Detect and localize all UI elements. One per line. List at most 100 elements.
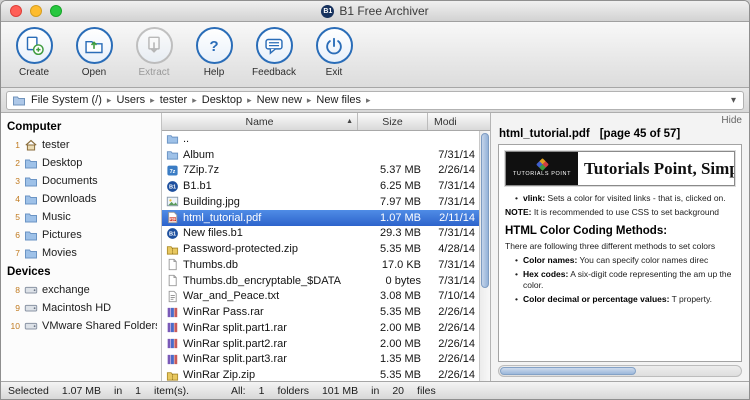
hide-preview-button[interactable]: Hide <box>721 115 742 126</box>
sidebar-item-label: Desktop <box>42 157 82 169</box>
pdf-term-vlink: vlink: <box>523 193 545 203</box>
preview-hscroll-thumb[interactable] <box>500 367 636 375</box>
breadcrumb-separator-icon: ▸ <box>247 95 252 106</box>
status-token: 1.07 MB <box>62 385 101 397</box>
breadcrumb-segment-desktop[interactable]: Desktop <box>202 94 242 106</box>
app-window: B1 B1 Free Archiver CreateOpenExtract?He… <box>0 0 750 400</box>
scrollbar-thumb[interactable] <box>481 133 489 288</box>
minimize-window-button[interactable] <box>30 5 42 17</box>
breadcrumb-separator-icon: ▸ <box>366 95 371 106</box>
drive-icon <box>24 319 38 333</box>
sidebar-item-desktop[interactable]: 2Desktop <box>1 154 161 172</box>
breadcrumb-segment-users[interactable]: Users <box>116 94 145 106</box>
file-row-7zip-7z[interactable]: 7z7Zip.7z5.37 MB2/26/14 <box>162 163 479 179</box>
file-list-scrollbar[interactable] <box>479 131 490 381</box>
file-row-winrar-pass-rar[interactable]: WinRar Pass.rar5.35 MB2/26/14 <box>162 304 479 320</box>
status-token: in <box>371 385 379 397</box>
sidebar-item-label: tester <box>42 139 70 151</box>
breadcrumb-dropdown-icon[interactable]: ▾ <box>729 95 738 106</box>
file-row-new-files-b1[interactable]: B1New files.b129.3 MB7/31/14 <box>162 226 479 242</box>
sidebar-item-tester[interactable]: 1tester <box>1 136 161 154</box>
file-name-cell: Password-protected.zip <box>162 243 358 256</box>
path-bar: File System (/) ▸ Users ▸ tester ▸ Desktop ▸ New… <box>1 88 749 113</box>
folder-icon <box>166 148 179 161</box>
file-row-password-protected-zip[interactable]: Password-protected.zip5.35 MB4/28/14 <box>162 241 479 257</box>
file-row-html-tutorial-pdf[interactable]: PDFhtml_tutorial.pdf1.07 MB2/11/14 <box>162 210 479 226</box>
file-modified: 7/31/14 <box>428 196 479 208</box>
file-row-album[interactable]: Album7/31/14 <box>162 147 479 163</box>
toolbar: Create Open Extract ?Help Feedback Exit <box>1 22 749 88</box>
file-size: 0 bytes <box>358 275 428 287</box>
sidebar-item-music[interactable]: 5Music <box>1 208 161 226</box>
status-token: 1 <box>259 385 265 397</box>
preview-hscrollbar[interactable] <box>498 365 742 377</box>
column-header-name[interactable]: Name ▲ <box>162 113 358 130</box>
breadcrumb[interactable]: File System (/) ▸ Users ▸ tester ▸ Desktop ▸ New… <box>6 91 744 110</box>
toolbar-label: Exit <box>326 67 343 78</box>
file-name: html_tutorial.pdf <box>183 212 261 224</box>
file-row-thumbs-db-encryptable-data[interactable]: Thumbs.db_encryptable_$DATA0 bytes7/31/1… <box>162 273 479 289</box>
pdf-note-line: NOTE: It is recommended to use CSS to se… <box>505 207 735 218</box>
toolbar-create-button[interactable]: Create <box>11 27 57 78</box>
status-token: Selected <box>8 385 49 397</box>
status-bar: Selected1.07 MBin1item(s). All:1folders1… <box>1 381 749 399</box>
file-name-cell: WinRar Pass.rar <box>162 306 358 319</box>
sidebar-item-number: 10 <box>9 321 20 331</box>
breadcrumb-segment-file-system[interactable]: File System (/) <box>31 94 102 106</box>
file-size: 5.37 MB <box>358 164 428 176</box>
file-row-thumbs-db[interactable]: Thumbs.db17.0 KB7/31/14 <box>162 257 479 273</box>
column-header-modified[interactable]: Modi <box>428 113 490 130</box>
breadcrumb-segment-new-new[interactable]: New new <box>257 94 302 106</box>
toolbar-feedback-button[interactable]: Feedback <box>251 27 297 78</box>
sidebar-item-macintosh-hd[interactable]: 9Macintosh HD <box>1 299 161 317</box>
toolbar-label: Extract <box>138 67 169 78</box>
zoom-window-button[interactable] <box>50 5 62 17</box>
sidebar-section-devices: Devices <box>1 262 161 281</box>
breadcrumb-separator-icon: ▸ <box>307 95 312 106</box>
pdf-text-vlink: Sets a color for visited links - that is… <box>545 193 725 203</box>
pdf-term-hex-codes: Hex codes: <box>523 269 568 279</box>
file-modified: 2/26/14 <box>428 353 479 365</box>
sidebar-item-pictures[interactable]: 6Pictures <box>1 226 161 244</box>
file-size: 1.07 MB <box>358 212 428 224</box>
file-modified: 7/31/14 <box>428 149 479 161</box>
file-row-b1-b1[interactable]: B1B1.b16.25 MB7/31/14 <box>162 178 479 194</box>
main-area: Computer1tester2Desktop3Documents4Downlo… <box>1 113 749 381</box>
file-row-winrar-split-part1-rar[interactable]: WinRar split.part1.rar2.00 MB2/26/14 <box>162 320 479 336</box>
file-modified: 7/31/14 <box>428 180 479 192</box>
sidebar-item-documents[interactable]: 3Documents <box>1 172 161 190</box>
app-icon: B1 <box>321 5 334 18</box>
toolbar-open-button[interactable]: Open <box>71 27 117 78</box>
image-icon <box>166 195 179 208</box>
file-row-winrar-split-part2-rar[interactable]: WinRar split.part2.rar2.00 MB2/26/14 <box>162 336 479 352</box>
sidebar-item-vmware-shared-folders[interactable]: 10VMware Shared Folders <box>1 317 161 335</box>
status-token: in <box>114 385 122 397</box>
rar-icon <box>166 306 179 319</box>
file-name-cell: WinRar split.part1.rar <box>162 321 358 334</box>
bullet-icon: • <box>515 193 518 204</box>
logo-text: TUTORIALS POINT <box>513 171 571 177</box>
toolbar-exit-button[interactable]: Exit <box>311 27 357 78</box>
file-row-winrar-split-part3-rar[interactable]: WinRar split.part3.rar1.35 MB2/26/14 <box>162 352 479 368</box>
file-row-item[interactable]: .. <box>162 131 479 147</box>
column-header-size[interactable]: Size <box>358 113 428 130</box>
file-size: 1.35 MB <box>358 353 428 365</box>
file-size: 7.97 MB <box>358 196 428 208</box>
sidebar-item-exchange[interactable]: 8exchange <box>1 281 161 299</box>
file-size: 5.35 MB <box>358 306 428 318</box>
breadcrumb-segment-new-files[interactable]: New files <box>316 94 361 106</box>
file-row-building-jpg[interactable]: Building.jpg7.97 MB7/31/14 <box>162 194 479 210</box>
file-list-header: Name ▲ Size Modi <box>162 113 490 131</box>
status-token: folders <box>277 385 309 397</box>
folder-icon <box>24 156 38 170</box>
toolbar-help-button[interactable]: ?Help <box>191 27 237 78</box>
breadcrumb-segment-tester[interactable]: tester <box>160 94 188 106</box>
sidebar-item-movies[interactable]: 7Movies <box>1 244 161 262</box>
svg-text:B1: B1 <box>169 232 176 238</box>
close-window-button[interactable] <box>10 5 22 17</box>
breadcrumb-separator-icon: ▸ <box>107 95 112 106</box>
file-row-winrar-zip-zip[interactable]: WinRar Zip.zip5.35 MB2/26/14 <box>162 367 479 381</box>
sidebar-item-downloads[interactable]: 4Downloads <box>1 190 161 208</box>
open-icon <box>76 27 113 64</box>
file-row-war-and-peace-txt[interactable]: War_and_Peace.txt3.08 MB7/10/14 <box>162 289 479 305</box>
